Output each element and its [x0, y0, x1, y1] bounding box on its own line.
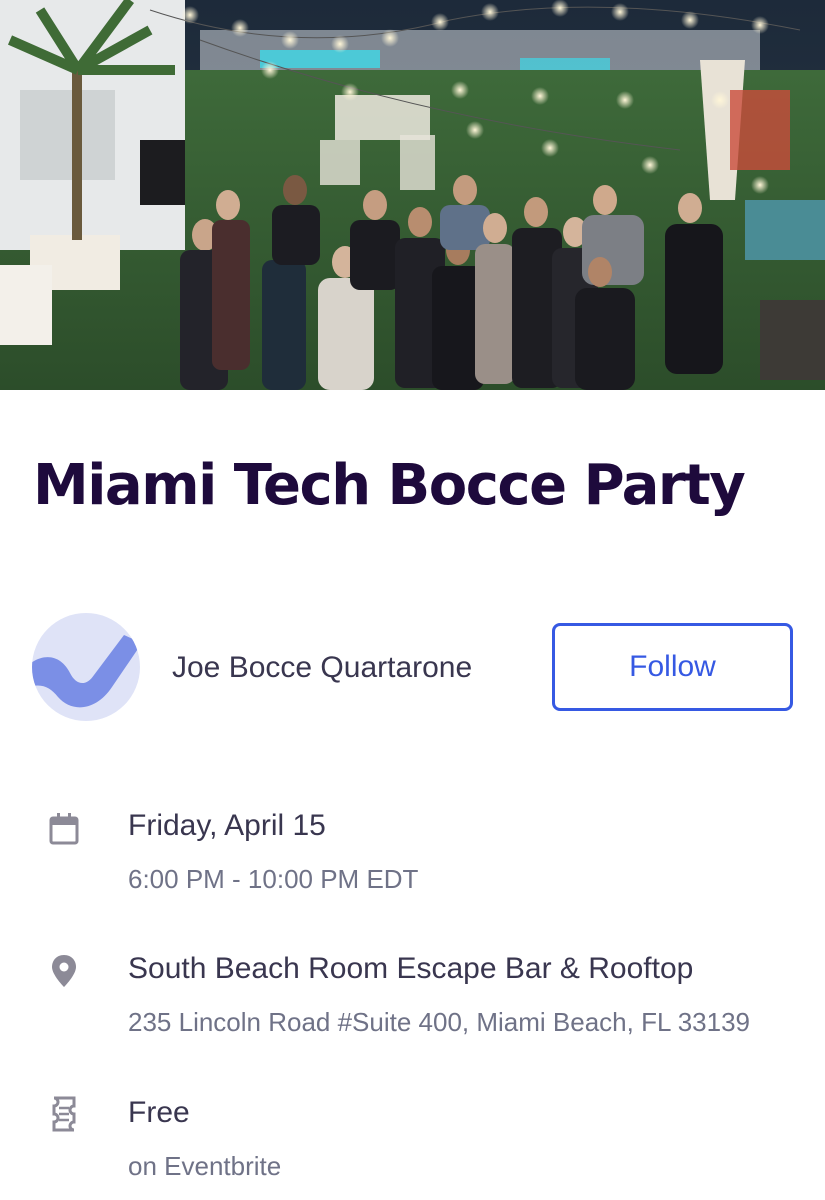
ticket-price: Free: [128, 1096, 190, 1129]
organizer-logo-icon: [32, 635, 140, 708]
organizer-name[interactable]: Joe Bocce Quartarone: [172, 648, 472, 688]
event-hero-image: [0, 0, 825, 390]
location-pin-icon: [52, 955, 76, 987]
venue-name[interactable]: South Beach Room Escape Bar & Rooftop: [128, 949, 693, 989]
ticket-platform: on Eventbrite: [128, 1151, 282, 1181]
calendar-icon: [49, 813, 79, 845]
organizer-avatar[interactable]: [32, 613, 140, 721]
ticket-icon: [52, 1096, 76, 1132]
venue-address[interactable]: 235 Lincoln Road #Suite 400, Miami Beach…: [128, 1005, 750, 1039]
follow-button[interactable]: Follow: [552, 623, 793, 711]
event-title: Miami Tech Bocce Party: [33, 453, 746, 518]
event-page: Miami Tech Bocce Party Joe Bocce Quartar…: [0, 0, 825, 1200]
event-date: Friday, April 15: [128, 809, 326, 842]
event-time: 6:00 PM - 10:00 PM EDT: [128, 864, 419, 894]
